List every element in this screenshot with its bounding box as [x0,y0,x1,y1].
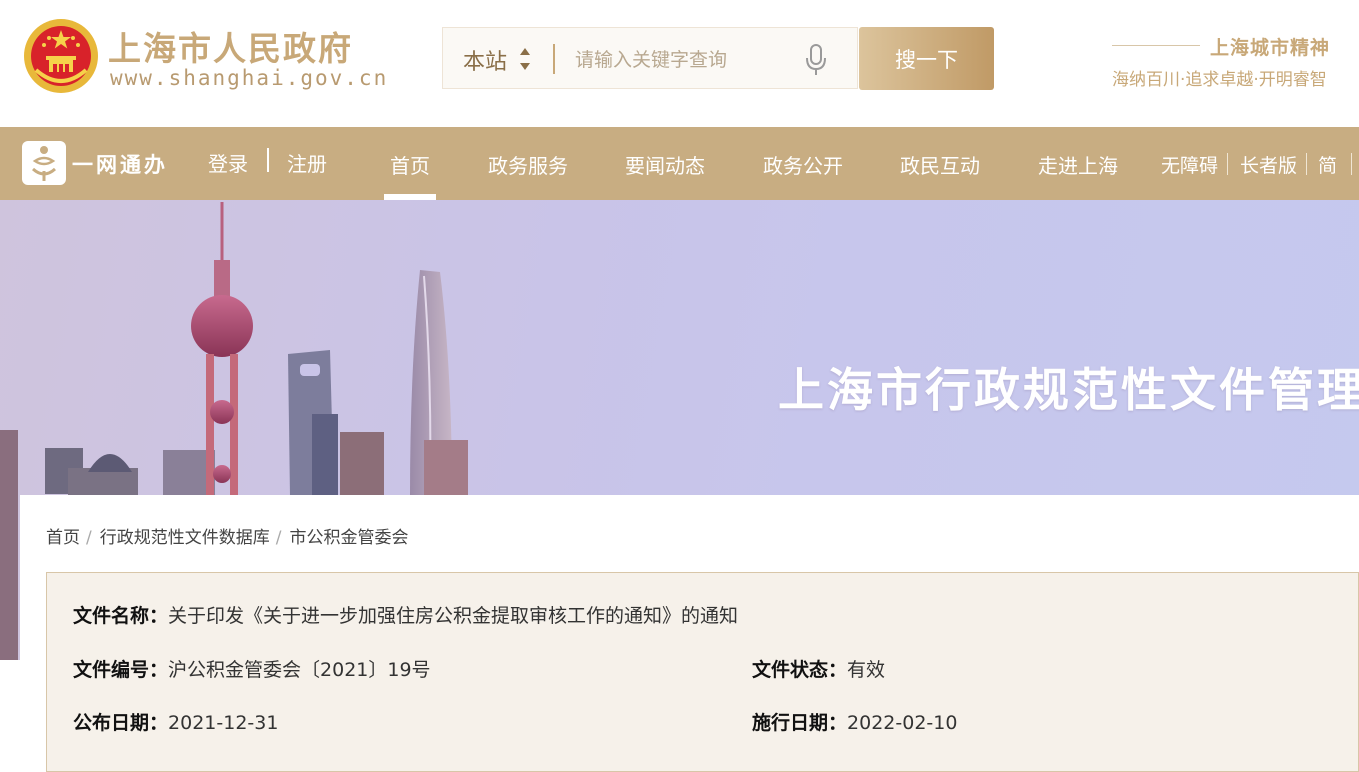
breadcrumb-home[interactable]: 首页 [46,528,80,548]
breadcrumb-separator: / [275,528,282,548]
login-divider [267,148,269,172]
publish-date-label: 公布日期： [73,712,169,734]
main-nav: 一网通办 登录 注册 首页 政务服务 要闻动态 政务公开 政民互动 走进上海 无… [0,127,1359,200]
site-header: 上海市人民政府 www.shanghai.gov.cn 本站 搜一下 上海城市精… [0,0,1359,127]
document-status-value: 有效 [847,659,886,681]
document-number-label: 文件编号： [73,659,169,681]
effective-date-field: 施行日期：2022-02-10 [752,708,957,735]
nav-item-interaction[interactable]: 政民互动 [900,150,980,179]
document-status-field: 文件状态：有效 [752,655,885,682]
ywtb-logo-icon[interactable] [22,141,66,185]
breadcrumb: 首页 / 行政规范性文件数据库 / 市公积金管委会 [46,523,408,548]
scope-divider [553,44,555,74]
search-input[interactable] [573,42,797,78]
elder-mode-link[interactable]: 长者版 [1240,151,1297,178]
document-name-label: 文件名称： [73,605,169,627]
city-spirit-title: 上海城市精神 [1210,37,1331,59]
search-button[interactable]: 搜一下 [859,27,994,90]
document-name-field: 文件名称：关于印发《关于进一步加强住房公积金提取审核工作的通知》的通知 [73,601,738,628]
register-link[interactable]: 注册 [287,148,327,177]
effective-date-label: 施行日期： [752,712,848,734]
city-spirit-words: 海纳百川·追求卓越·开明睿智 [1112,70,1327,90]
login-link[interactable]: 登录 [208,148,248,177]
ywtb-link[interactable]: 一网通办 [72,149,168,179]
search-box: 本站 [442,27,858,89]
nav-item-home[interactable]: 首页 [390,150,430,179]
search-scope-select[interactable]: 本站 [463,44,507,76]
nav-item-services[interactable]: 政务服务 [488,150,568,179]
breadcrumb-separator: / [86,528,92,548]
nav-item-about-shanghai[interactable]: 走进上海 [1038,150,1118,179]
breadcrumb-current[interactable]: 市公积金管委会 [289,528,408,548]
tool-divider [1306,153,1307,175]
simplified-chinese-link[interactable]: 简 [1318,151,1337,178]
content-panel: 首页 / 行政规范性文件数据库 / 市公积金管委会 文件名称：关于印发《关于进一步加强住… [20,495,1359,772]
tool-divider [1227,153,1228,175]
site-title[interactable]: 上海市人民政府 [108,22,353,70]
accessibility-link[interactable]: 无障碍 [1161,151,1218,178]
document-name-value: 关于印发《关于进一步加强住房公积金提取审核工作的通知》的通知 [168,605,739,627]
document-info-box: 文件名称：关于印发《关于进一步加强住房公积金提取审核工作的通知》的通知 文件编号… [46,572,1359,772]
publish-date-value: 2021-12-31 [168,712,279,734]
breadcrumb-database[interactable]: 行政规范性文件数据库 [100,528,270,548]
document-status-label: 文件状态： [752,659,848,681]
document-number-value: 沪公积金管委会〔2021〕19号 [168,659,431,681]
site-url[interactable]: www.shanghai.gov.cn [110,66,388,90]
microphone-icon[interactable] [805,44,827,76]
nav-item-disclosure[interactable]: 政务公开 [763,150,843,179]
divider-line [1112,45,1200,46]
national-emblem-icon[interactable] [22,16,100,96]
nav-item-news[interactable]: 要闻动态 [625,150,705,179]
banner-title: 上海市行政规范性文件管理 [778,363,1359,417]
tool-divider [1351,153,1352,175]
sort-arrows-icon[interactable] [519,46,531,72]
effective-date-value: 2022-02-10 [847,712,958,734]
publish-date-field: 公布日期：2021-12-31 [73,708,278,735]
document-number-field: 文件编号：沪公积金管委会〔2021〕19号 [73,655,431,682]
